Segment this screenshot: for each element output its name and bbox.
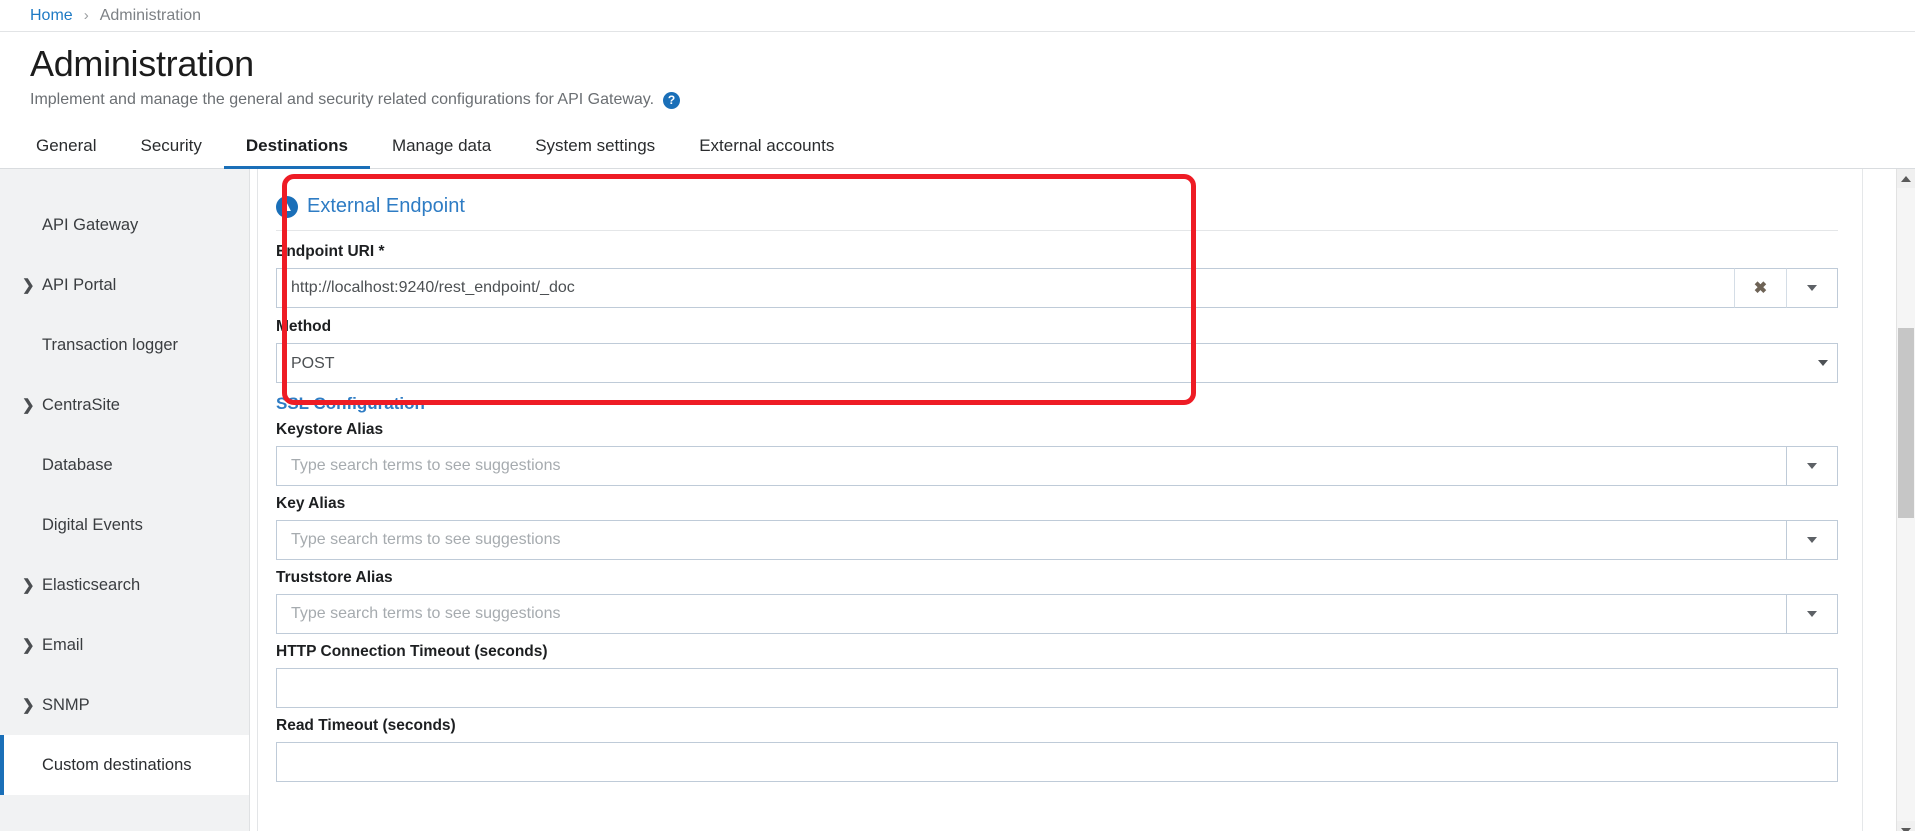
method-select[interactable]: POST: [276, 343, 1838, 383]
chevron-down-icon: [1807, 285, 1817, 291]
truststore-alias-row: [276, 594, 1838, 634]
page-subtitle: Implement and manage the general and sec…: [30, 91, 655, 108]
sidebar: ❯ API Gateway ❯ API Portal ❯ Transaction…: [0, 169, 250, 831]
method-label: Method: [276, 318, 332, 335]
read-timeout-row: [276, 742, 1838, 782]
method-select-wrap: POST: [276, 343, 1838, 383]
scroll-up-icon[interactable]: [1896, 169, 1915, 188]
sidebar-item-label: Custom destinations: [42, 755, 192, 774]
sidebar-item-transaction-logger[interactable]: ❯ Transaction logger: [0, 315, 249, 375]
keystore-alias-field: Keystore Alias: [266, 421, 1838, 486]
scrollbar-thumb[interactable]: [1898, 328, 1914, 518]
page-title: Administration: [30, 43, 254, 84]
page-header: Administration Implement and manage the …: [0, 32, 1915, 109]
read-timeout-label: Read Timeout (seconds): [276, 717, 456, 734]
endpoint-uri-row: ✖: [276, 268, 1838, 308]
read-timeout-input[interactable]: [276, 742, 1838, 782]
sidebar-item-label: CentraSite: [42, 395, 120, 414]
external-endpoint-section-header[interactable]: ▲ External Endpoint: [266, 183, 1838, 228]
tab-manage-data[interactable]: Manage data: [370, 136, 513, 169]
http-connection-timeout-row: [276, 668, 1838, 708]
key-alias-label: Key Alias: [276, 495, 346, 512]
keystore-alias-label: Keystore Alias: [276, 421, 384, 438]
sidebar-item-label: API Gateway: [42, 215, 139, 234]
breadcrumb: Home › Administration: [0, 0, 1915, 32]
chevron-up-circle-icon[interactable]: ▲: [276, 195, 298, 218]
section-title: External Endpoint: [307, 195, 465, 217]
main-content: ▲ External Endpoint Endpoint URI * ✖: [250, 169, 1915, 831]
body-split: ❯ API Gateway ❯ API Portal ❯ Transaction…: [0, 169, 1915, 831]
truststore-alias-label: Truststore Alias: [276, 569, 393, 586]
sidebar-item-email[interactable]: ❯ Email: [0, 615, 249, 675]
truststore-alias-input[interactable]: [276, 594, 1786, 634]
page-subtitle-row: Implement and manage the general and sec…: [30, 91, 1885, 109]
sidebar-item-label: API Portal: [42, 275, 117, 294]
tab-system-settings[interactable]: System settings: [513, 136, 677, 169]
method-row: POST: [276, 343, 1838, 383]
chevron-right-icon[interactable]: ❯: [22, 696, 40, 714]
ssl-configuration-header[interactable]: SSL Configuration: [266, 385, 1838, 421]
http-connection-timeout-label: HTTP Connection Timeout (seconds): [276, 643, 548, 660]
vertical-scrollbar[interactable]: [1896, 169, 1915, 831]
keystore-alias-row: [276, 446, 1838, 486]
content-left-rail: [250, 169, 258, 831]
breadcrumb-separator: ›: [83, 7, 89, 24]
key-alias-dropdown-button[interactable]: [1786, 520, 1838, 560]
breadcrumb-home-link[interactable]: Home: [30, 7, 73, 25]
breadcrumb-current: Administration: [99, 6, 202, 24]
chevron-right-icon[interactable]: ❯: [22, 576, 40, 594]
chevron-right-icon[interactable]: ❯: [22, 636, 40, 654]
endpoint-uri-input[interactable]: [276, 268, 1734, 308]
content-right-gap: [1862, 169, 1896, 831]
scrollbar-track[interactable]: [1897, 188, 1915, 821]
key-alias-input[interactable]: [276, 520, 1786, 560]
key-alias-field: Key Alias: [266, 495, 1838, 560]
tab-destinations[interactable]: Destinations: [223, 136, 370, 169]
tab-general[interactable]: General: [14, 136, 118, 169]
sidebar-item-database[interactable]: ❯ Database: [0, 435, 249, 495]
form-panel: ▲ External Endpoint Endpoint URI * ✖: [258, 169, 1862, 831]
endpoint-uri-dropdown-button[interactable]: [1786, 268, 1838, 308]
chevron-down-icon: [1807, 463, 1817, 469]
administration-page: Home › Administration Administration Imp…: [0, 0, 1915, 831]
chevron-right-icon[interactable]: ❯: [22, 396, 40, 414]
endpoint-uri-field: Endpoint URI * ✖: [266, 243, 1838, 308]
chevron-down-icon: [1807, 537, 1817, 543]
tab-security[interactable]: Security: [118, 136, 223, 169]
sidebar-item-label: Elasticsearch: [42, 575, 141, 594]
question-mark-icon[interactable]: ?: [663, 91, 681, 109]
sidebar-item-label: Transaction logger: [42, 335, 179, 354]
key-alias-row: [276, 520, 1838, 560]
sidebar-item-label: Digital Events: [42, 515, 143, 534]
sidebar-item-label: Email: [42, 635, 84, 654]
sidebar-item-api-gateway[interactable]: ❯ API Gateway: [0, 195, 249, 255]
sidebar-item-snmp[interactable]: ❯ SNMP: [0, 675, 249, 735]
sidebar-item-elasticsearch[interactable]: ❯ Elasticsearch: [0, 555, 249, 615]
sidebar-item-label: SNMP: [42, 695, 90, 714]
read-timeout-field: Read Timeout (seconds): [266, 717, 1838, 782]
keystore-alias-input[interactable]: [276, 446, 1786, 486]
sidebar-item-centrasite[interactable]: ❯ CentraSite: [0, 375, 249, 435]
tab-external-accounts[interactable]: External accounts: [677, 136, 856, 169]
tab-bar: General Security Destinations Manage dat…: [0, 121, 1915, 169]
sidebar-item-digital-events[interactable]: ❯ Digital Events: [0, 495, 249, 555]
chevron-down-icon: [1807, 611, 1817, 617]
http-connection-timeout-field: HTTP Connection Timeout (seconds): [266, 643, 1838, 708]
sidebar-item-custom-destinations[interactable]: ❯ Custom destinations: [0, 735, 249, 795]
truststore-alias-field: Truststore Alias: [266, 569, 1838, 634]
truststore-alias-dropdown-button[interactable]: [1786, 594, 1838, 634]
http-connection-timeout-input[interactable]: [276, 668, 1838, 708]
method-field: Method POST: [266, 318, 1838, 383]
sidebar-item-label: Database: [42, 455, 113, 474]
clear-x-icon[interactable]: ✖: [1734, 268, 1786, 308]
section-divider: [276, 230, 1838, 231]
endpoint-uri-label: Endpoint URI *: [276, 243, 385, 260]
sidebar-item-api-portal[interactable]: ❯ API Portal: [0, 255, 249, 315]
chevron-right-icon[interactable]: ❯: [22, 276, 40, 294]
scroll-down-icon[interactable]: [1896, 821, 1915, 831]
keystore-alias-dropdown-button[interactable]: [1786, 446, 1838, 486]
